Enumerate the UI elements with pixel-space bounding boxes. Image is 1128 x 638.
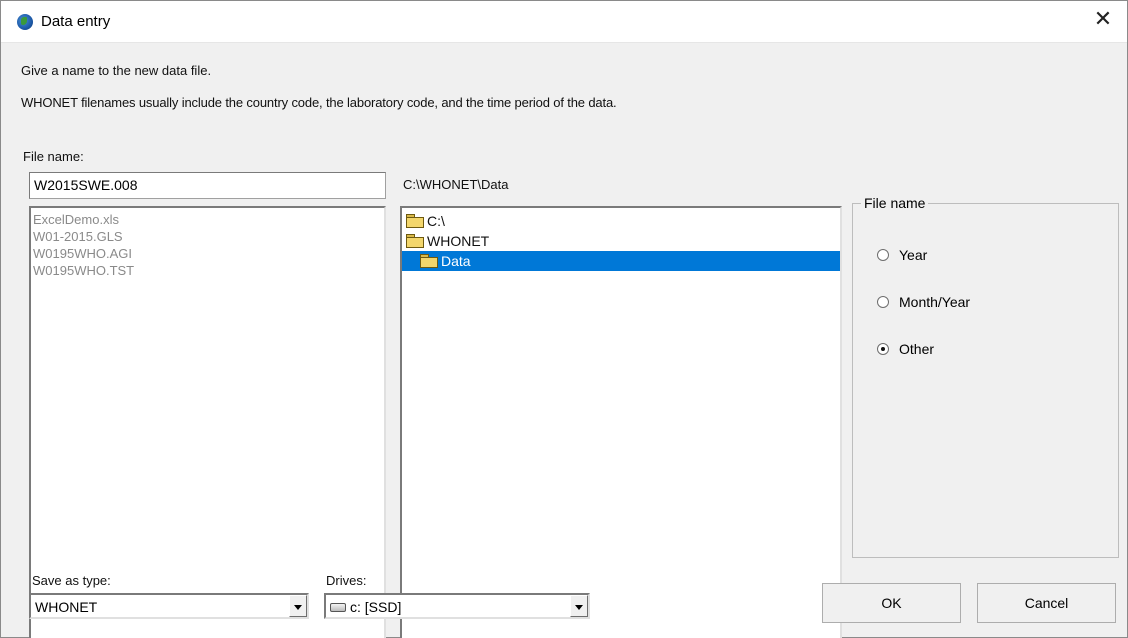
file-name-input[interactable]: W2015SWE.008 (29, 172, 386, 199)
current-path: C:\WHONET\Data (403, 177, 509, 192)
file-list-item[interactable]: ExcelDemo.xls (31, 211, 384, 228)
drives-label: Drives: (326, 573, 367, 588)
save-as-type-value: WHONET (35, 599, 98, 615)
drives-value-wrap: c: [SSD] (330, 599, 401, 615)
cancel-button[interactable]: Cancel (977, 583, 1116, 623)
directory-item[interactable]: C:\ (402, 211, 840, 231)
ok-button[interactable]: OK (822, 583, 961, 623)
instruction-line-2: WHONET filenames usually include the cou… (21, 95, 617, 110)
radio-button-icon[interactable] (877, 343, 889, 355)
chevron-down-icon[interactable] (570, 595, 588, 617)
folder-icon (420, 254, 438, 268)
data-entry-dialog: Data entry ✕ Give a name to the new data… (0, 0, 1128, 638)
radio-label: Other (899, 341, 935, 357)
save-as-type-select[interactable]: WHONET (29, 593, 309, 619)
groupbox-title: File name (861, 195, 929, 211)
radio-button-icon[interactable] (877, 296, 889, 308)
radio-option[interactable]: Year (877, 247, 927, 263)
save-as-type-label: Save as type: (32, 573, 111, 588)
directory-item[interactable]: Data (402, 251, 840, 271)
title-bar[interactable]: Data entry ✕ (1, 1, 1127, 43)
directory-item[interactable]: WHONET (402, 231, 840, 251)
file-list-item[interactable]: W0195WHO.AGI (31, 245, 384, 262)
directory-label: WHONET (427, 233, 490, 249)
radio-button-icon[interactable] (877, 249, 889, 261)
directory-label: Data (441, 253, 471, 269)
window-title: Data entry (41, 13, 111, 30)
directory-list[interactable]: C:\ WHONET Data (400, 206, 842, 638)
folder-icon (406, 214, 424, 228)
radio-option[interactable]: Other (877, 341, 934, 357)
drives-select[interactable]: c: [SSD] (324, 593, 590, 619)
radio-option[interactable]: Month/Year (877, 294, 970, 310)
file-list-item[interactable]: W01-2015.GLS (31, 228, 384, 245)
radio-label: Month/Year (899, 294, 971, 310)
close-button[interactable]: ✕ (1091, 9, 1115, 33)
directory-label: C:\ (427, 213, 445, 229)
hard-drive-icon (330, 603, 346, 612)
drives-value: c: [SSD] (350, 599, 402, 615)
file-list-item[interactable]: W0195WHO.TST (31, 262, 384, 279)
file-name-label: File name: (23, 149, 84, 164)
chevron-down-icon[interactable] (289, 595, 307, 617)
instruction-line-1: Give a name to the new data file. (21, 63, 212, 78)
folder-icon (406, 234, 424, 248)
globe-icon (17, 14, 33, 30)
radio-label: Year (899, 247, 928, 263)
file-name-groupbox: File name Year Month/Year Other (852, 195, 1119, 558)
